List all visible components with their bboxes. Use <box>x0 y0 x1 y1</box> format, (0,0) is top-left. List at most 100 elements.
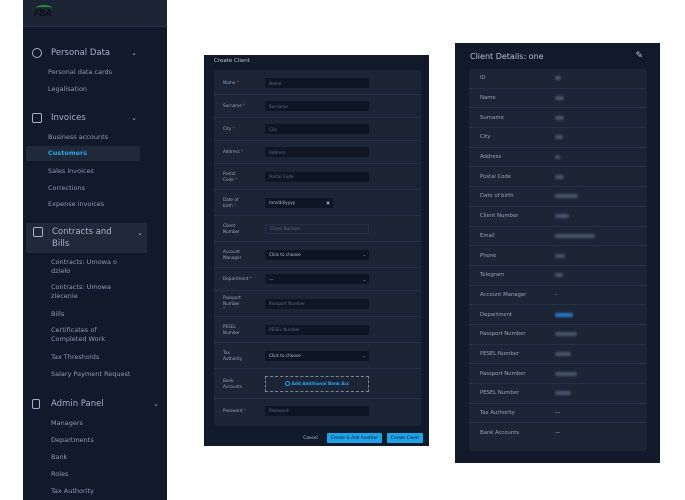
field-placeholder: Password <box>269 408 289 413</box>
detail-row: Email <box>469 227 647 247</box>
sidebar-group-admin-panel[interactable]: Admin Panel ⌄ <box>23 395 167 413</box>
redacted-value <box>555 135 563 140</box>
select-account-manager[interactable]: Click to choose ⌄ <box>265 249 369 260</box>
detail-row: Postal Code <box>469 167 647 188</box>
cancel-button[interactable]: Cancel <box>299 433 322 443</box>
required-marker: * <box>233 176 238 182</box>
redacted-value <box>555 155 560 160</box>
sidebar-item[interactable]: Departments <box>51 436 94 445</box>
create-client-button[interactable]: Create Client <box>386 433 423 443</box>
input-client-number[interactable]: Client Number <box>265 223 369 234</box>
sidebar-item[interactable]: Contracts: Umowa o dzieło <box>51 258 126 276</box>
redacted-value <box>555 371 577 376</box>
detail-row: PESEL Number <box>469 384 647 404</box>
required-marker: * <box>235 80 239 86</box>
sidebar-item[interactable]: Personal data cards <box>48 68 112 77</box>
field-value: mm/dd/yyyy <box>269 200 296 205</box>
input-password[interactable]: Password <box>265 405 369 416</box>
field-placeholder: City <box>269 126 278 132</box>
detail-row: Telegram <box>469 266 647 286</box>
select-tax-authority[interactable]: Click to choose ⌄ <box>265 350 369 361</box>
field-label-text: Bank Accounts <box>223 378 243 389</box>
form-row: Address * Address <box>214 141 421 164</box>
field-label-text: Passport Number <box>223 295 241 306</box>
sidebar-item[interactable]: Salary Payment Request <box>51 370 130 379</box>
sidebar-item[interactable]: Expense invoices <box>48 200 104 209</box>
sidebar-item-customers[interactable]: Customers <box>26 146 140 161</box>
redacted-value <box>555 174 564 179</box>
create-client-modal: Create Client Name * Name Surname * Surname… <box>204 55 429 446</box>
detail-label: Address <box>480 154 502 161</box>
field-label: Postal Code * <box>223 171 265 182</box>
logo[interactable]: FBA <box>34 5 52 18</box>
input-pesel-number[interactable]: PESEL Number <box>265 324 369 335</box>
detail-label: Postal Code <box>480 173 512 180</box>
field-label-text: Surname <box>223 103 242 109</box>
sidebar-item[interactable]: Bank <box>51 453 67 462</box>
form-row: Name * Name <box>214 72 421 95</box>
sidebar-group-contracts[interactable]: Contracts and Bills ⌄ <box>26 223 147 253</box>
required-marker: * <box>223 306 226 312</box>
field-label-text: Client Number <box>223 223 240 234</box>
input-name[interactable]: Name <box>265 78 369 88</box>
detail-label: Phone <box>480 252 497 259</box>
add-bank-account-button[interactable]: Add Additional Bank Acc <box>265 375 369 392</box>
sidebar-item[interactable]: Certificates of Completed Work <box>51 326 116 344</box>
edit-icon[interactable]: ✎ <box>635 51 643 61</box>
required-marker: * <box>248 276 252 282</box>
sidebar-item[interactable]: Bills <box>51 310 64 319</box>
form-row: Department * --- ⌄ <box>214 268 421 291</box>
chevron-down-icon[interactable]: ⌄ <box>363 277 366 282</box>
calendar-icon[interactable]: ▣ <box>326 200 330 205</box>
field-label: Account Manager <box>223 249 265 260</box>
redacted-value <box>555 351 571 356</box>
required-marker: * <box>242 407 246 413</box>
redacted-value <box>555 96 564 101</box>
field-label: Client Number <box>223 223 265 234</box>
redacted-value <box>555 76 561 81</box>
redacted-value[interactable] <box>555 312 573 317</box>
sidebar-item[interactable]: Tax Thresholds <box>51 353 99 362</box>
input-address[interactable]: Address <box>265 147 369 157</box>
field-value: Click to choose <box>269 353 301 358</box>
detail-row: Passport Number <box>469 325 647 345</box>
detail-label: Passport Number <box>480 331 526 338</box>
field-value: Click to choose <box>269 252 301 257</box>
form-row: Postal Code * Postal Code <box>214 164 421 190</box>
sidebar-item[interactable]: Legalisation <box>48 85 87 94</box>
form-row: PESEL Number PESEL Number <box>214 317 421 343</box>
detail-row: Department <box>469 305 647 325</box>
sidebar-group-personal-data[interactable]: Personal Data ⌄ <box>23 44 167 62</box>
sidebar-item[interactable]: Corrections <box>48 184 85 193</box>
select-department[interactable]: --- ⌄ <box>265 274 369 284</box>
field-placeholder: Name <box>269 80 282 86</box>
sidebar-item[interactable]: Tax Authority <box>51 487 94 496</box>
input-surname[interactable]: Surname <box>265 101 369 111</box>
detail-label: Date of birth <box>480 193 514 200</box>
client-details-panel: Client Details: one ✎ ID Name Surname City A… <box>455 43 660 463</box>
input-city[interactable]: City <box>265 124 369 134</box>
plus-circle-icon <box>284 381 290 386</box>
create-client-form: Name * Name Surname * Surname City * City Addr… <box>214 70 421 426</box>
chevron-down-icon[interactable]: ⌄ <box>363 353 366 358</box>
sidebar-group-invoices[interactable]: Invoices ⌄ <box>23 109 167 127</box>
chevron-down-icon[interactable]: ⌄ <box>363 252 366 257</box>
detail-label: Telegram <box>480 272 505 279</box>
create-add-another-button[interactable]: Create & Add Another <box>326 433 382 443</box>
sidebar-item[interactable]: Managers <box>51 419 83 428</box>
field-label-text: Address <box>223 149 240 155</box>
sidebar-item[interactable]: Business accounts <box>48 133 108 142</box>
sidebar-item[interactable]: Sales invoices <box>48 167 94 176</box>
input-date-of-birth[interactable]: mm/dd/yyyy ▣ <box>265 197 333 208</box>
input-passport-number[interactable]: Passport Number <box>265 298 369 309</box>
sidebar-item[interactable]: Contracts: Umowa zlecenie <box>51 283 121 301</box>
input-postal-code[interactable]: Postal Code <box>265 171 369 182</box>
field-label: Passport Number * <box>223 295 265 312</box>
detail-row: Phone <box>469 246 647 266</box>
sidebar-item[interactable]: Roles <box>51 470 68 479</box>
field-label-text: Account Manager <box>223 249 242 260</box>
field-label: City * <box>223 126 265 132</box>
form-row: Bank Accounts Add Additional Bank Acc <box>214 369 421 399</box>
field-label: Name * <box>223 80 265 86</box>
field-label-text: PESEL Number <box>223 324 240 335</box>
